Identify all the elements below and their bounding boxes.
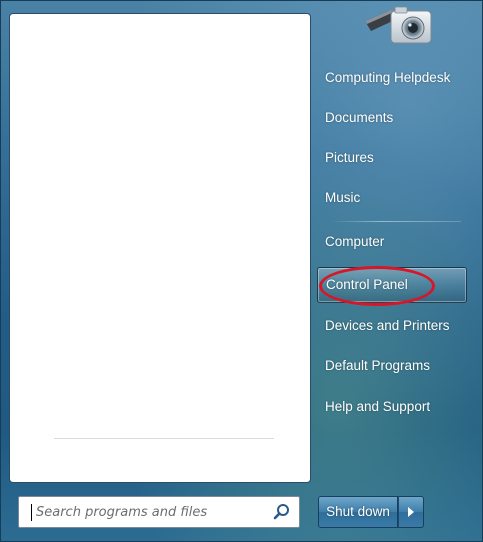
search-box[interactable]: Search programs and files (18, 496, 300, 528)
programs-divider (54, 438, 274, 439)
camera-icon[interactable] (361, 1, 435, 45)
menu-item-default-programs[interactable]: Default Programs (317, 351, 467, 381)
menu-item-computer[interactable]: Computer (317, 227, 467, 257)
shutdown-options-button[interactable] (398, 496, 424, 528)
menu-item-control-panel[interactable]: Control Panel (317, 267, 467, 303)
menu-item-help-and-support[interactable]: Help and Support (317, 392, 467, 422)
menu-separator (331, 221, 461, 222)
magnifier-icon[interactable] (273, 503, 291, 521)
text-caret (31, 504, 32, 521)
arrow-right-icon (408, 507, 414, 517)
menu-item-devices-and-printers[interactable]: Devices and Printers (317, 311, 467, 341)
start-menu: Search programs and files Computing Help… (0, 0, 483, 542)
shutdown-group: Shut down (318, 496, 426, 528)
menu-item-music[interactable]: Music (317, 183, 467, 213)
search-placeholder: Search programs and files (36, 505, 208, 520)
shutdown-button[interactable]: Shut down (318, 496, 398, 528)
programs-pane (9, 13, 311, 483)
menu-item-computing-helpdesk[interactable]: Computing Helpdesk (317, 63, 467, 93)
menu-item-pictures[interactable]: Pictures (317, 143, 467, 173)
menu-item-documents[interactable]: Documents (317, 103, 467, 133)
